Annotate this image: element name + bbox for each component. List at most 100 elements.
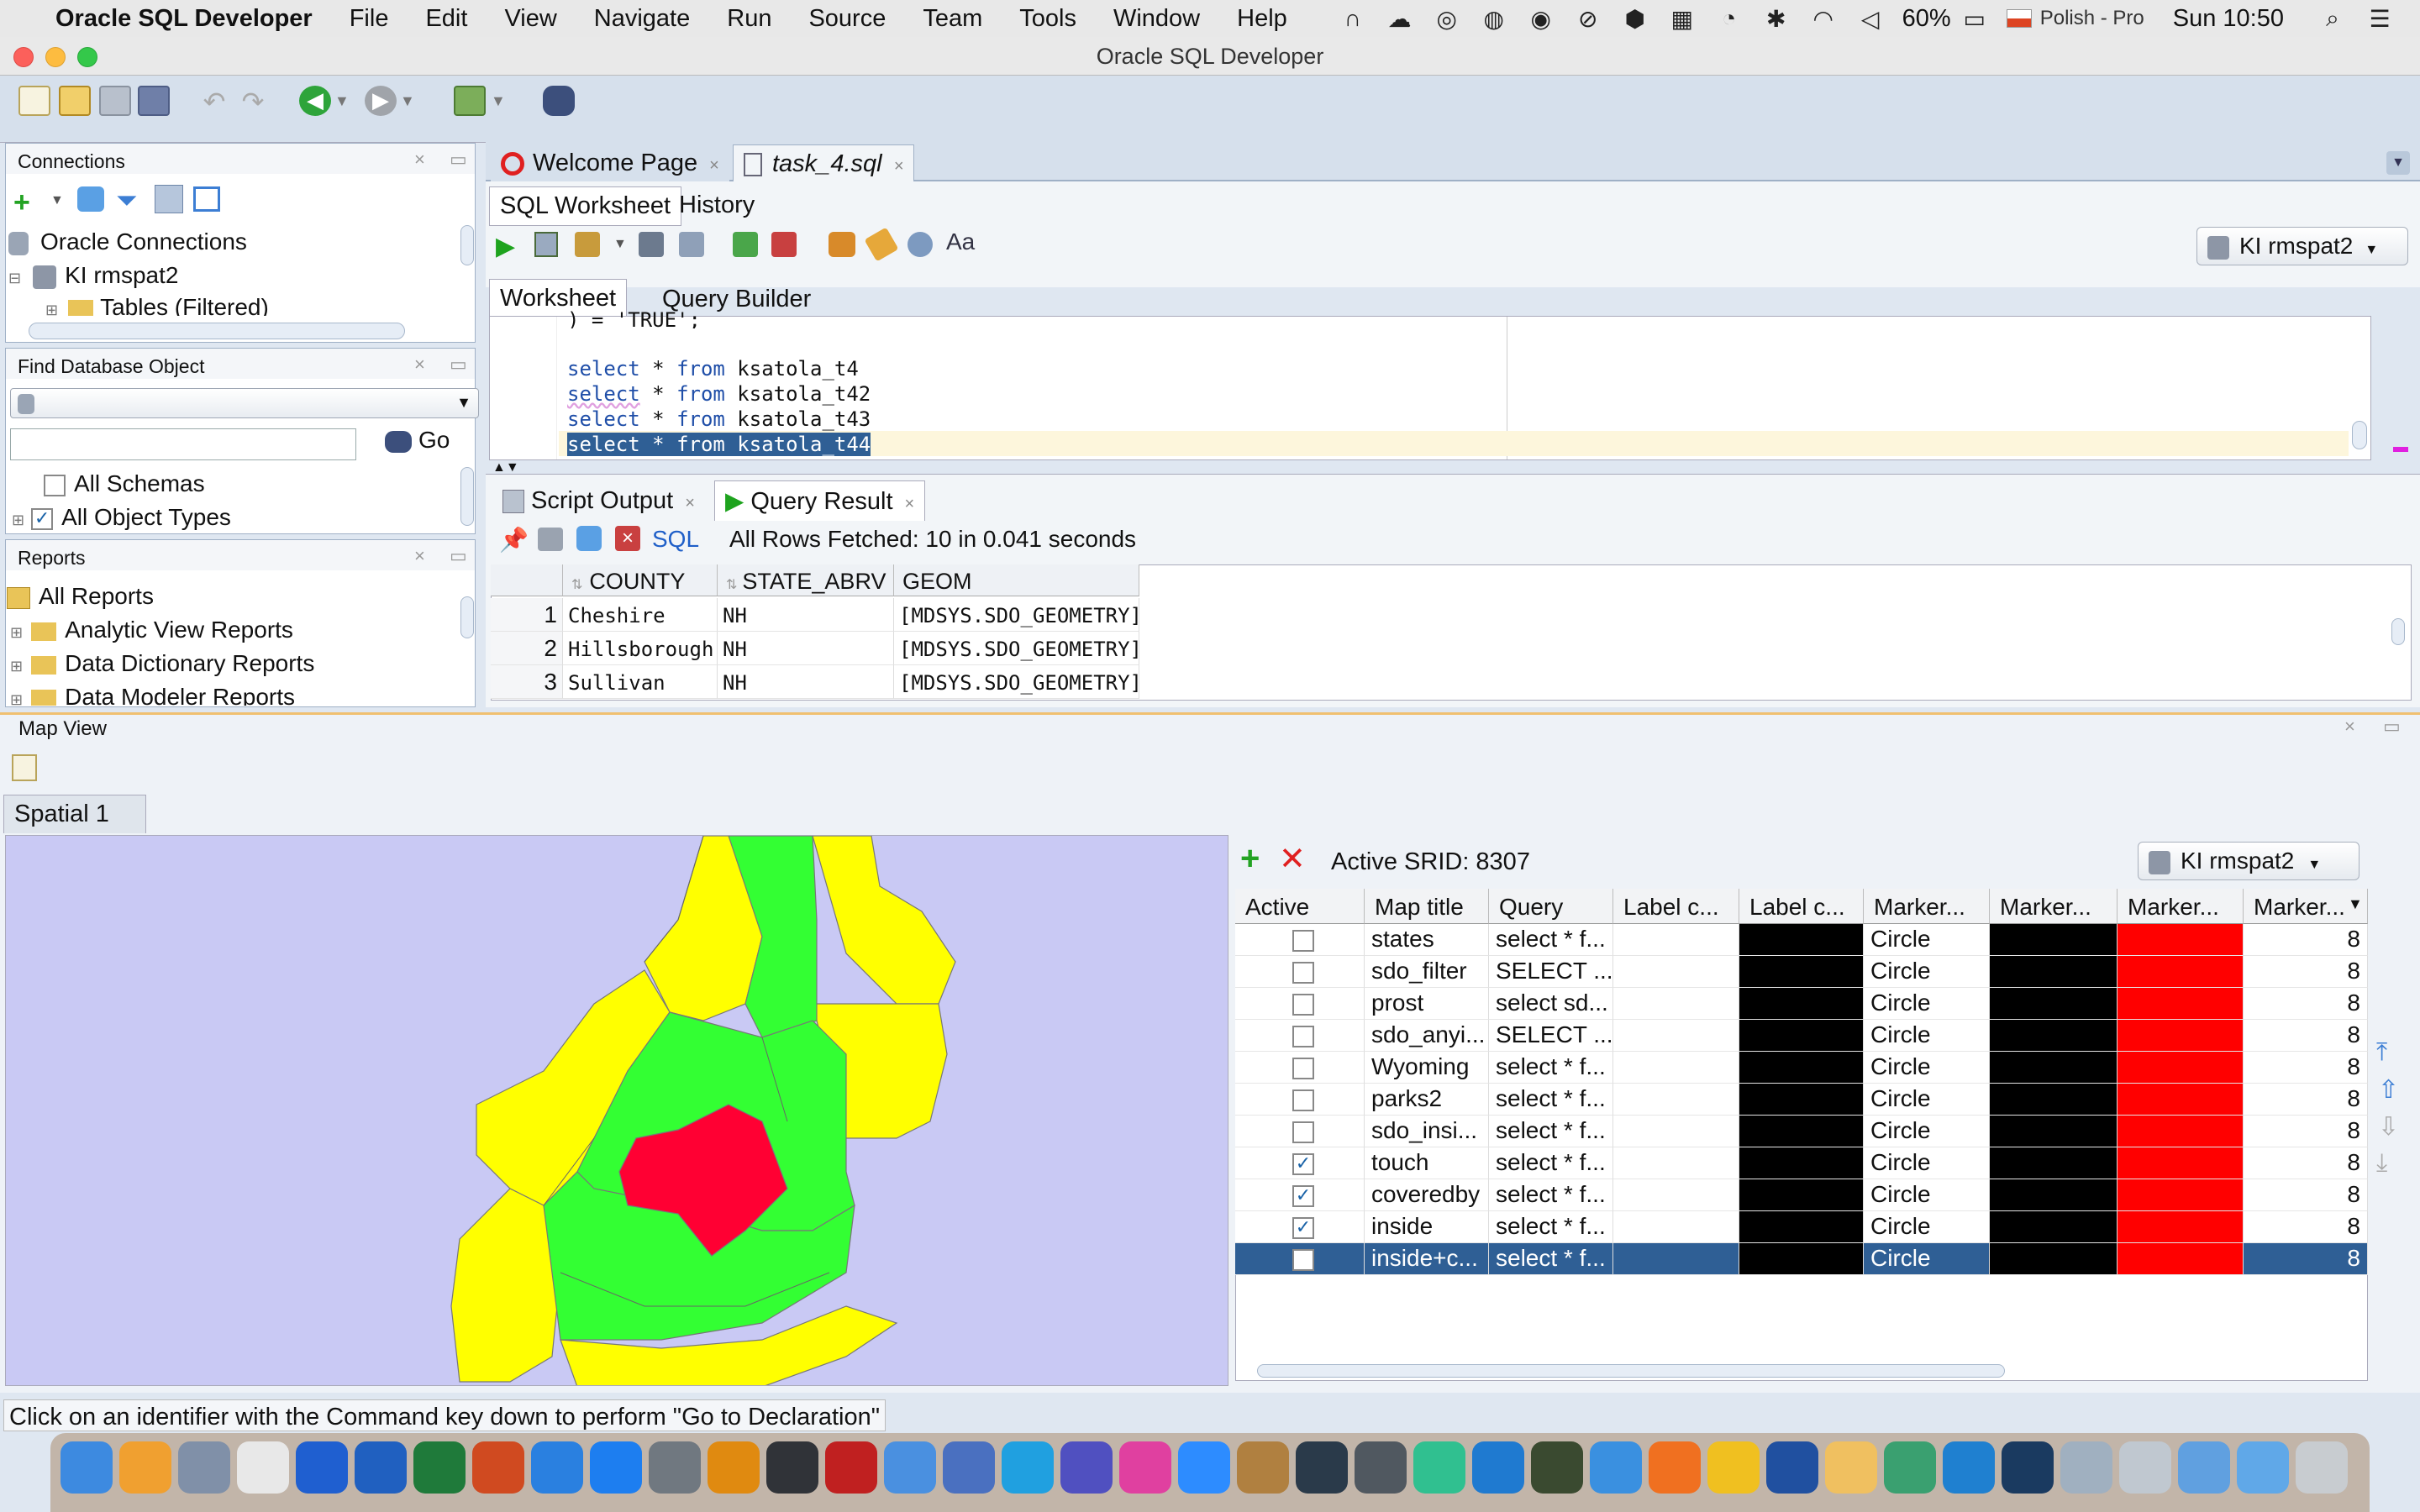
cell-active[interactable] [1235, 1084, 1365, 1116]
docker-icon[interactable] [1472, 1441, 1524, 1494]
cell-marker-shape[interactable]: Circle [1864, 1179, 1990, 1211]
cloud-icon[interactable]: ☁ [1386, 6, 1414, 32]
cell-marker-size[interactable]: 8 [2244, 924, 2368, 956]
minimize-panel-icon[interactable]: ▭ [2383, 716, 2401, 738]
close-panel-icon[interactable]: × [414, 354, 425, 375]
cell-map-title[interactable]: parks2 [1365, 1084, 1489, 1116]
menu-window[interactable]: Window [1095, 5, 1218, 33]
cell-marker-shape[interactable]: Circle [1864, 1147, 1990, 1179]
time-machine-icon[interactable]: ◔ [1715, 5, 1744, 31]
new-map-icon[interactable] [12, 754, 37, 781]
add-dropdown-icon[interactable]: ▼ [50, 193, 64, 208]
refresh-icon[interactable] [576, 526, 602, 551]
menu-edit[interactable]: Edit [407, 5, 486, 33]
sql-link[interactable]: SQL [652, 526, 699, 553]
cell-marker-size[interactable]: 8 [2244, 956, 2368, 988]
cell-marker-color[interactable] [1990, 1179, 2118, 1211]
system-preferences-icon[interactable] [649, 1441, 701, 1494]
cell-marker-color[interactable] [1990, 1211, 2118, 1243]
cell-marker-shape[interactable]: Circle [1864, 1084, 1990, 1116]
sqldeveloper-icon[interactable] [2002, 1441, 2054, 1494]
cell-marker-fill[interactable] [2118, 1243, 2244, 1275]
cell-marker-size[interactable]: 8 [2244, 1211, 2368, 1243]
cell-query[interactable]: select * f... [1489, 1211, 1613, 1243]
tab-task-sql[interactable]: task_4.sql × [733, 144, 915, 183]
connection-select[interactable]: ▼ [10, 388, 479, 418]
cell-marker-shape[interactable]: Circle [1864, 924, 1990, 956]
outlook-icon[interactable] [296, 1441, 348, 1494]
forward-icon[interactable]: ▶ [365, 86, 397, 116]
active-checkbox[interactable] [1292, 1057, 1314, 1079]
cell-active[interactable] [1235, 1020, 1365, 1052]
cell-marker-shape[interactable]: Circle [1864, 1052, 1990, 1084]
cell-marker-size[interactable]: 8 [2244, 1179, 2368, 1211]
cell-marker-size[interactable]: 8 [2244, 1084, 2368, 1116]
open-folder-icon[interactable] [59, 86, 91, 116]
cell-marker-size[interactable]: 8 [2244, 1020, 2368, 1052]
connection-node[interactable]: ⊟ KI rmspat2 [8, 262, 178, 289]
cell-label-color-2[interactable] [1739, 1052, 1864, 1084]
cell-label-color[interactable] [1613, 1020, 1739, 1052]
close-tab-icon[interactable]: × [905, 495, 915, 513]
cell-state[interactable]: NH [718, 665, 894, 699]
editor-vscrollbar[interactable] [2352, 421, 2367, 449]
cell-map-title[interactable]: Wyoming [1365, 1052, 1489, 1084]
menu-navigate[interactable]: Navigate [576, 5, 708, 33]
column-chooser-icon[interactable]: ▼ [2348, 895, 2363, 913]
menu-app-name[interactable]: Oracle SQL Developer [37, 5, 331, 33]
clock[interactable]: Sun 10:50 [2173, 5, 2284, 33]
vlc-icon[interactable] [1707, 1441, 1760, 1494]
column-header-active[interactable]: Active [1235, 889, 1365, 924]
cell-marker-size[interactable]: 8 [2244, 1116, 2368, 1147]
chrome-icon[interactable] [237, 1441, 289, 1494]
headphones-icon[interactable]: ∩ [1339, 5, 1367, 31]
cell-marker-shape[interactable]: Circle [1864, 1211, 1990, 1243]
cell-label-color-2[interactable] [1739, 1020, 1864, 1052]
binoculars-icon[interactable] [543, 86, 575, 116]
cell-marker-fill[interactable] [2118, 988, 2244, 1020]
save-all-icon[interactable] [138, 86, 170, 116]
cell-query[interactable]: select sd... [1489, 988, 1613, 1020]
reports-vscrollbar[interactable] [460, 596, 474, 638]
cell-label-color[interactable] [1613, 988, 1739, 1020]
cell-map-title[interactable]: coveredby [1365, 1179, 1489, 1211]
atom-icon[interactable] [1413, 1441, 1465, 1494]
cell-active[interactable] [1235, 924, 1365, 956]
column-header-label-color-2[interactable]: Label c... [1739, 889, 1864, 924]
pin-icon[interactable]: 📌 [499, 526, 529, 554]
cell-geom[interactable]: [MDSYS.SDO_GEOMETRY] [894, 598, 1142, 632]
tab-sql-worksheet[interactable]: SQL Worksheet [489, 186, 682, 226]
zoom-icon[interactable] [1178, 1441, 1230, 1494]
report-analytic[interactable]: ⊞ Analytic View Reports [10, 617, 293, 643]
all-object-types-checkbox[interactable]: ✓ [31, 507, 54, 530]
eye-icon[interactable]: ◉ [1527, 6, 1555, 32]
add-layer-icon[interactable]: + [1240, 840, 1260, 878]
cell-label-color[interactable] [1613, 956, 1739, 988]
skype-icon[interactable] [1002, 1441, 1054, 1494]
history-icon[interactable] [908, 232, 933, 257]
filter-icon[interactable]: ⏷ [116, 185, 138, 217]
all-schemas-option[interactable]: All Schemas [44, 470, 205, 497]
cell-marker-fill[interactable] [2118, 1211, 2244, 1243]
explain-plan-icon[interactable] [639, 232, 664, 257]
cell-label-color[interactable] [1613, 1179, 1739, 1211]
cell-marker-fill[interactable] [2118, 1084, 2244, 1116]
cell-marker-fill[interactable] [2118, 1147, 2244, 1179]
report-data-modeler[interactable]: ⊞ Data Modeler Reports [10, 684, 295, 706]
cell-label-color[interactable] [1613, 1243, 1739, 1275]
cell-marker-color[interactable] [1990, 1084, 2118, 1116]
filezilla-icon[interactable] [825, 1441, 877, 1494]
cell-marker-color[interactable] [1990, 988, 2118, 1020]
shield-icon[interactable]: ⬢ [1621, 6, 1649, 32]
cell-label-color[interactable] [1613, 924, 1739, 956]
sublime-icon[interactable] [708, 1441, 760, 1494]
excel-icon[interactable] [413, 1441, 466, 1494]
undo-icon[interactable]: ↶ [198, 86, 230, 117]
cell-marker-fill[interactable] [2118, 1179, 2244, 1211]
close-panel-icon[interactable]: × [414, 545, 425, 567]
terminal-icon[interactable] [766, 1441, 818, 1494]
multiple-connections-icon[interactable] [193, 186, 220, 212]
cell-marker-color[interactable] [1990, 1052, 2118, 1084]
cell-map-title[interactable]: inside [1365, 1211, 1489, 1243]
cell-map-title[interactable]: sdo_filter [1365, 956, 1489, 988]
